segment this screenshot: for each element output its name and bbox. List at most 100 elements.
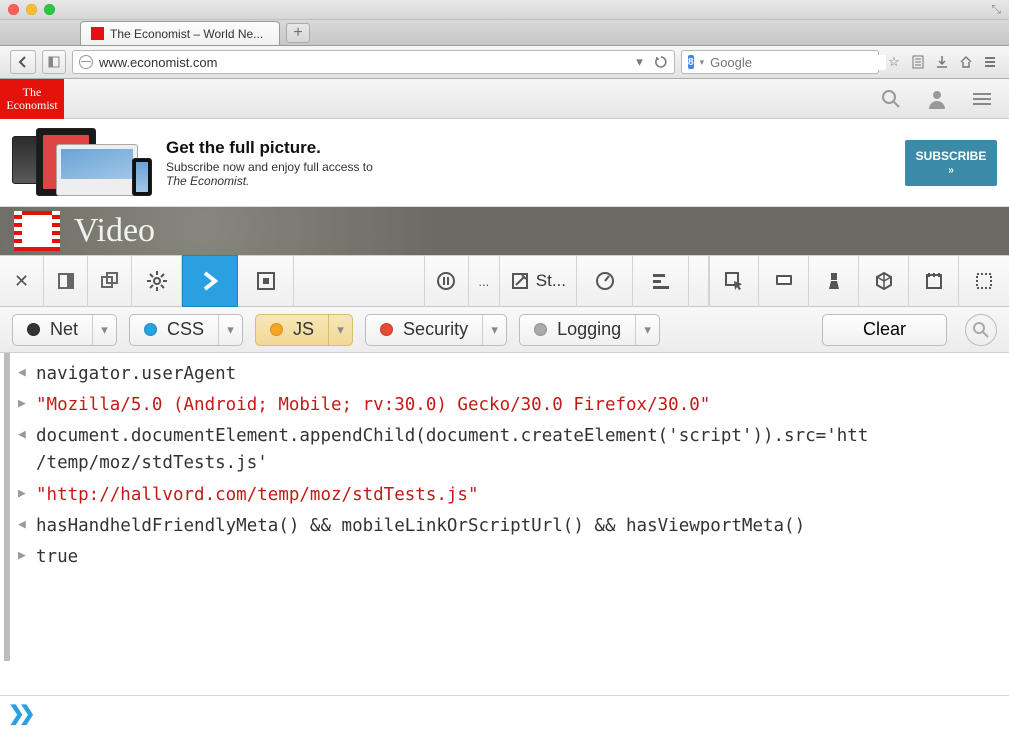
logo-line1: The [23,86,42,99]
style-editor-tab[interactable]: St... [499,255,577,307]
filter-security[interactable]: Security ▾ [365,314,507,346]
network-tab[interactable] [633,255,689,307]
paintflash-button[interactable] [809,255,859,307]
globe-icon [79,55,93,69]
filter-css-label: CSS [167,319,204,340]
zoom-window-button[interactable] [44,4,55,15]
clear-label: Clear [863,319,906,340]
site-actions [881,89,991,109]
console-filter-row: Net ▾ CSS ▾ JS ▾ Security ▾ Logging ▾ Clear [0,307,1009,353]
debugger-pause-button[interactable] [425,255,469,307]
console-input-line: ◀document.documentElement.appendChild(do… [18,421,999,479]
video-section-header: Video [0,207,1009,255]
promo-banner: Get the full picture. Subscribe now and … [0,119,1009,207]
console-output[interactable]: ◀navigator.userAgent ▶"Mozilla/5.0 (Andr… [4,353,1009,661]
traffic-lights [8,4,55,15]
tab-strip: The Economist – World Ne... + [0,20,1009,46]
site-header: The Economist [0,79,1009,119]
console-text: "http://hallvord.com/temp/moz/stdTests.j… [36,482,999,509]
console-input-line: ◀hasHandheldFriendlyMeta() && mobileLink… [18,511,999,542]
home-icon[interactable] [957,53,975,71]
console-text: document.documentElement.appendChild(doc… [36,423,999,477]
back-button[interactable] [10,50,36,74]
nav-toolbar: ▾ 8 ▾ ☆ [0,46,1009,79]
console-input-line: ◀navigator.userAgent [18,359,999,390]
console-text: hasHandheldFriendlyMeta() && mobileLinkO… [36,513,999,540]
promo-sub2: The Economist. [166,174,249,188]
subscribe-chevron-icon: » [948,165,954,176]
reader-icon[interactable] [909,53,927,71]
dock-side-button[interactable] [44,255,88,307]
style-label: St... [536,271,566,291]
url-input[interactable] [99,55,630,70]
inspector-panel-tab[interactable] [238,255,294,307]
console-search-button[interactable] [965,314,997,346]
url-bar[interactable]: ▾ [72,50,675,74]
filter-net-label: Net [50,319,78,340]
site-logo[interactable]: The Economist [0,79,64,119]
filter-js-label: JS [293,319,314,340]
3d-view-button[interactable] [859,255,909,307]
close-window-button[interactable] [8,4,19,15]
console-panel-tab[interactable] [182,255,238,307]
devtools-toolbar: ✕ ... St... [0,255,1009,307]
promo-text: Get the full picture. Subscribe now and … [166,138,373,188]
search-engine-icon[interactable]: 8 [688,55,694,69]
detach-button[interactable] [88,255,132,307]
devtools-close-button[interactable]: ✕ [0,255,44,307]
console-output-line: ▶"Mozilla/5.0 (Android; Mobile; rv:30.0)… [18,390,999,421]
filter-net[interactable]: Net ▾ [12,314,117,346]
video-icon [14,211,60,251]
console-text: "Mozilla/5.0 (Android; Mobile; rv:30.0) … [36,392,999,419]
new-tab-button[interactable]: + [286,23,310,43]
subscribe-label: SUBSCRIBE [916,149,987,163]
prompt-chevron-icon: ❯❯ [8,701,30,726]
filter-logging-label: Logging [557,319,621,340]
filter-css-dd-icon[interactable]: ▾ [218,315,242,345]
filter-js[interactable]: JS ▾ [255,314,353,346]
minimize-window-button[interactable] [26,4,37,15]
filter-css[interactable]: CSS ▾ [129,314,243,346]
promo-title: Get the full picture. [166,138,373,158]
pick-element-button[interactable] [709,255,759,307]
subscribe-button[interactable]: SUBSCRIBE » [905,140,997,186]
fullscreen-icon[interactable]: ⤡ [991,2,1001,17]
downloads-icon[interactable] [933,53,951,71]
search-bar[interactable]: 8 ▾ [681,50,879,74]
responsive-mode-button[interactable] [759,255,809,307]
settings-button[interactable] [132,255,182,307]
filter-logging[interactable]: Logging ▾ [519,314,660,346]
filter-net-dd-icon[interactable]: ▾ [92,315,116,345]
promo-sub1: Subscribe now and enjoy full access to [166,160,373,174]
search-engine-dd-icon[interactable]: ▾ [700,57,705,68]
promo-image [12,126,152,200]
menu-icon[interactable] [981,53,999,71]
browser-tab[interactable]: The Economist – World Ne... [80,21,280,45]
search-input[interactable] [710,55,886,70]
tab-title: The Economist – World Ne... [110,27,263,41]
filter-security-dd-icon[interactable]: ▾ [482,315,506,345]
console-prompt[interactable]: ❯❯ [0,695,1009,731]
video-label: Video [74,212,155,250]
profiler-tab[interactable] [577,255,633,307]
site-menu-icon[interactable] [973,93,991,105]
sidebar-button[interactable] [42,50,66,74]
filter-js-dd-icon[interactable]: ▾ [328,315,352,345]
reload-button[interactable]: ▾ [636,54,668,70]
filter-security-label: Security [403,319,468,340]
favicon-icon [91,27,104,40]
clear-button[interactable]: Clear [822,314,947,346]
console-text: true [36,544,999,571]
window-titlebar: ⤡ [0,0,1009,20]
console-output-line: ▶true [18,542,999,573]
scratchpad-button[interactable] [909,255,959,307]
site-search-icon[interactable] [881,89,901,109]
screenshot-button[interactable] [959,255,1009,307]
debugger-more[interactable]: ... [469,255,499,307]
console-text: navigator.userAgent [36,361,999,388]
account-icon[interactable] [927,89,947,109]
logo-line2: Economist [6,99,57,112]
bookmark-star-icon[interactable]: ☆ [885,53,903,71]
console-output-line: ▶"http://hallvord.com/temp/moz/stdTests.… [18,480,999,511]
filter-logging-dd-icon[interactable]: ▾ [635,315,659,345]
